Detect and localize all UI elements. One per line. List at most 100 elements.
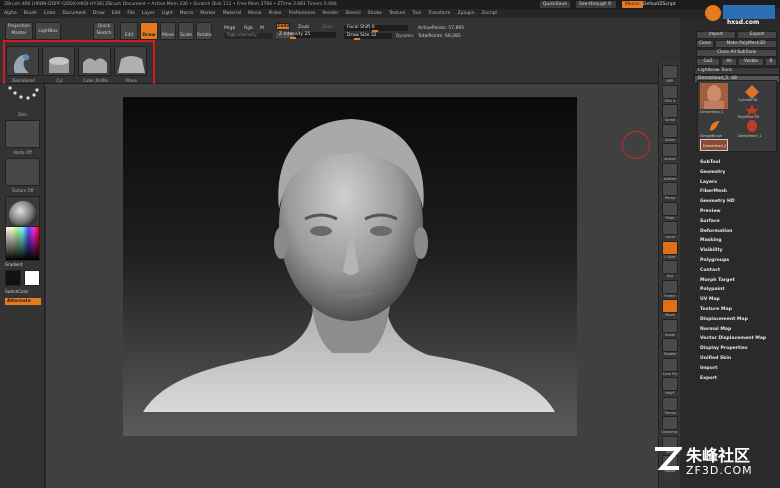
tool-thumb-demohead-2[interactable]: DemoHead_2: [700, 139, 728, 151]
tool-menu-unified-skin[interactable]: Unified Skin: [698, 354, 778, 364]
tool-menu-polygroups[interactable]: Polygroups: [698, 256, 778, 266]
tool-thumb-demohead[interactable]: [700, 83, 728, 109]
shelf-button-scroll[interactable]: [662, 104, 678, 118]
tool-menu-vector-displacement-map[interactable]: Vector Displacement Map: [698, 334, 778, 344]
z-intensity-slider[interactable]: Z Intensity 25: [276, 32, 336, 39]
menu-color[interactable]: Color: [44, 11, 56, 16]
menu-marker[interactable]: Marker: [200, 11, 216, 16]
menu-texture[interactable]: Texture: [389, 11, 405, 16]
tool-menu-displacement-map[interactable]: Displacement Map: [698, 315, 778, 325]
clone-all-subtools-button[interactable]: Clone All SubTools: [696, 49, 777, 57]
cylinder-tool-icon[interactable]: [744, 85, 760, 99]
shelf-button-transp[interactable]: [662, 396, 678, 411]
color-picker[interactable]: [5, 226, 40, 261]
shelf-button-line-fill[interactable]: [662, 357, 678, 372]
tool-menu-uv-map[interactable]: UV Map: [698, 295, 778, 305]
main-color-swatch[interactable]: [24, 270, 40, 286]
menu-stencil[interactable]: Stencil: [345, 11, 360, 16]
menu-edit[interactable]: Edit: [112, 11, 121, 16]
menu-light[interactable]: Light: [161, 11, 172, 16]
rotate-button[interactable]: Rotate: [196, 22, 212, 40]
draw-size-slider[interactable]: Draw Size 32: [344, 33, 392, 40]
goz-all-button[interactable]: All: [721, 58, 737, 66]
menu-layer[interactable]: Layer: [142, 11, 155, 16]
shelf-button-zoom[interactable]: [662, 123, 678, 138]
menu-brush[interactable]: Brush: [24, 11, 37, 16]
zsub-button[interactable]: Zsub: [298, 25, 309, 30]
goz-visible-button[interactable]: Visible: [738, 58, 764, 66]
export-button[interactable]: Export: [737, 31, 777, 39]
menu-zscript[interactable]: Zscript: [482, 11, 498, 16]
shelf-button-spix-3[interactable]: [662, 84, 678, 99]
lightbox-tools-header[interactable]: Lightbox▸ Tools: [694, 67, 780, 75]
menu-picker[interactable]: Picker: [268, 11, 281, 16]
texture-slot[interactable]: [5, 158, 40, 186]
tool-menu-geometry-hd[interactable]: Geometry HD: [698, 197, 778, 207]
tool-menu-texture-map[interactable]: Texture Map: [698, 305, 778, 315]
tool-menu-contact[interactable]: Contact: [698, 266, 778, 276]
tool-menu-import[interactable]: Import: [698, 364, 778, 374]
secondary-color-swatch[interactable]: [5, 270, 21, 286]
tool-menu-subtool[interactable]: SubTool: [698, 158, 778, 168]
tool-menu-visibility[interactable]: Visibility: [698, 246, 778, 256]
tool-menu-masking[interactable]: Masking: [698, 236, 778, 246]
tool-menu-morph-target[interactable]: Morph Target: [698, 276, 778, 286]
shelf-button-aahalf[interactable]: [662, 162, 678, 177]
alpha-slot[interactable]: [5, 120, 40, 148]
shelf-button-polyf[interactable]: [662, 377, 678, 391]
shelf-button-floor[interactable]: [662, 201, 678, 216]
shelf-button-local[interactable]: [662, 221, 678, 235]
canvas-area[interactable]: [46, 84, 658, 488]
mrgb-toggle[interactable]: Mrgb: [224, 26, 235, 31]
tool-menu-polypaint[interactable]: Polypaint: [698, 285, 778, 295]
shelf-button-frame[interactable]: [662, 279, 678, 294]
shelf-button-xyz[interactable]: [662, 260, 678, 274]
menu-render[interactable]: Render: [322, 11, 338, 16]
tool-menu-normal-map[interactable]: Normal Map: [698, 325, 778, 335]
move-button[interactable]: Move: [160, 22, 176, 40]
m-toggle[interactable]: M: [260, 26, 264, 31]
goz-button[interactable]: GoZ: [696, 58, 720, 66]
focal-shift-slider[interactable]: Focal Shift 0: [344, 25, 408, 32]
menu-tool[interactable]: Tool: [412, 11, 421, 16]
edit-button[interactable]: Edit: [120, 22, 138, 40]
clone-button[interactable]: Clone: [696, 40, 714, 48]
menu-preferences[interactable]: Preferences: [289, 11, 315, 16]
quicksave-button[interactable]: QuickSave: [540, 1, 570, 8]
document-canvas[interactable]: [123, 97, 577, 436]
alternate-button[interactable]: Alternate: [5, 298, 41, 305]
shelf-button-rotate[interactable]: [662, 338, 678, 352]
goz-r-button[interactable]: R: [765, 58, 777, 66]
menu-alpha[interactable]: Alpha: [4, 11, 17, 16]
gradient-label[interactable]: Gradient: [5, 262, 40, 267]
switch-color-button[interactable]: SwitchColor: [5, 289, 40, 294]
tool-menu-geometry[interactable]: Geometry: [698, 168, 778, 178]
default-zscript-button[interactable]: DefaultZScript: [640, 1, 679, 8]
make-polymesh-button[interactable]: Make PolyMesh3D: [715, 40, 777, 48]
menu-file[interactable]: File: [127, 11, 135, 16]
menu-macro[interactable]: Macro: [180, 11, 194, 16]
see-through-slider[interactable]: See-through 0: [576, 1, 616, 8]
shelf-button-persp[interactable]: [662, 182, 678, 196]
shelf-button-l-sym[interactable]: [662, 240, 678, 255]
menu-document[interactable]: Document: [63, 11, 86, 16]
lightbox-button[interactable]: LightBox: [35, 22, 61, 40]
shelf-button-move[interactable]: [662, 299, 678, 313]
simplebrush-icon[interactable]: [708, 119, 722, 133]
menu-movie[interactable]: Movie: [248, 11, 261, 16]
quick-sketch-button[interactable]: Quick Sketch: [93, 22, 115, 40]
rgb-intensity-slider[interactable]: Rgb Intensity: [224, 33, 272, 39]
draw-size-knob[interactable]: [354, 38, 360, 40]
shelf-button-dynamic[interactable]: [662, 416, 678, 430]
focal-shift-knob[interactable]: [372, 30, 378, 32]
projection-master-button[interactable]: Projection Master: [5, 22, 33, 40]
tool-menu-display-properties[interactable]: Display Properties: [698, 344, 778, 354]
menu-stroke[interactable]: Stroke: [368, 11, 382, 16]
draw-button[interactable]: Draw: [140, 22, 158, 40]
tool-menu-fibermesh[interactable]: FiberMesh: [698, 187, 778, 197]
z-intensity-knob[interactable]: [290, 37, 296, 39]
tool-menu-layers[interactable]: Layers: [698, 178, 778, 188]
menu-zplugin[interactable]: Zplugin: [458, 11, 475, 16]
tool-menu-surface[interactable]: Surface: [698, 217, 778, 227]
zcut-button[interactable]: Zcut: [322, 25, 332, 30]
